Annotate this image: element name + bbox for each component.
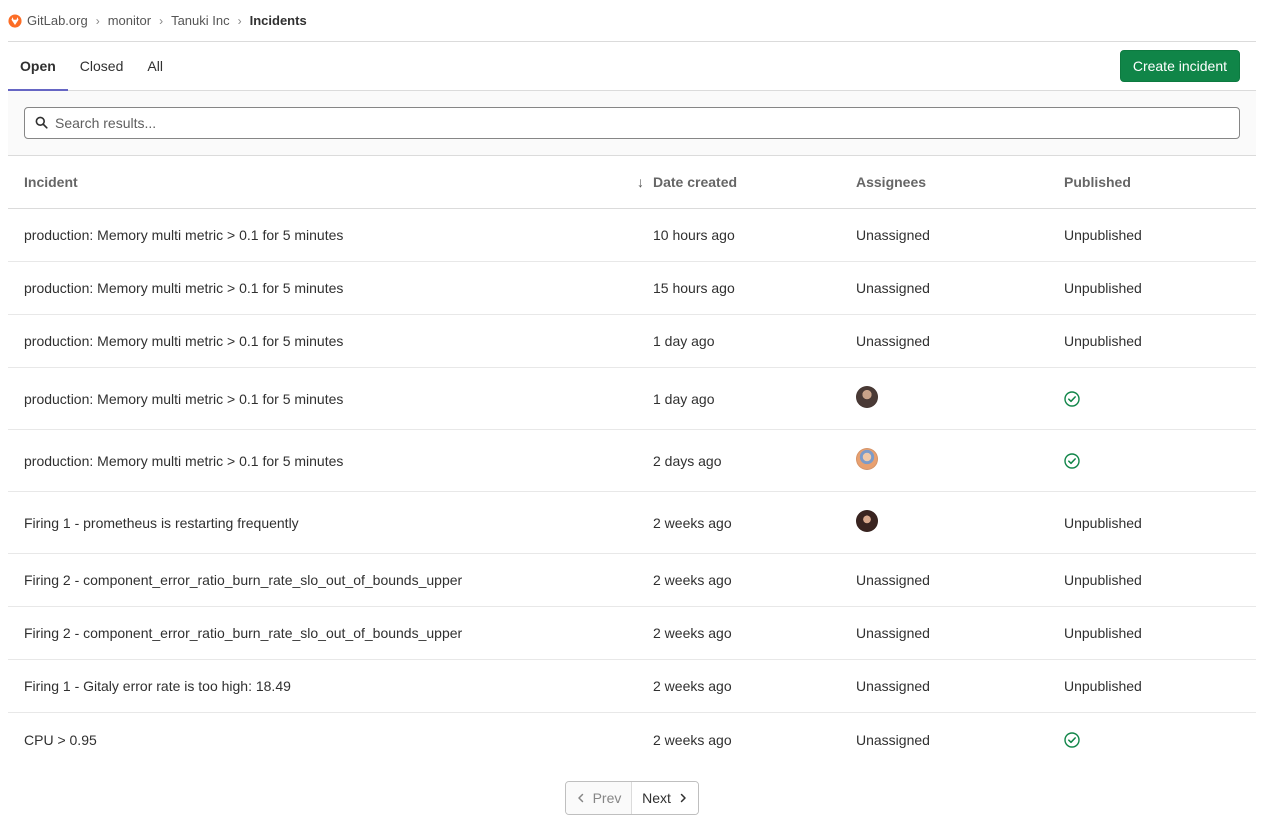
- date-created: 15 hours ago: [653, 280, 735, 296]
- published-status: Unpublished: [1064, 572, 1142, 588]
- incident-title[interactable]: production: Memory multi metric > 0.1 fo…: [24, 333, 343, 349]
- prev-page-button[interactable]: Prev: [566, 782, 632, 814]
- published-status: Unpublished: [1064, 678, 1142, 694]
- tab-closed[interactable]: Closed: [68, 42, 136, 90]
- assignee-text: Unassigned: [856, 625, 930, 641]
- incident-title[interactable]: Firing 1 - prometheus is restarting freq…: [24, 515, 299, 531]
- header-published[interactable]: Published: [1064, 174, 1131, 190]
- create-incident-button[interactable]: Create incident: [1119, 50, 1240, 82]
- avatar[interactable]: [856, 447, 878, 470]
- check-circle-icon[interactable]: [1064, 390, 1080, 407]
- arrow-down-icon: ↓: [637, 174, 644, 190]
- tab-all[interactable]: All: [135, 42, 175, 90]
- breadcrumb: GitLab.org › monitor › Tanuki Inc › Inci…: [8, 0, 1256, 42]
- table-row[interactable]: CPU > 0.95 2 weeks ago Unassigned: [8, 713, 1256, 766]
- incident-title[interactable]: CPU > 0.95: [24, 732, 97, 748]
- breadcrumb-item-tanuki[interactable]: Tanuki Inc: [171, 13, 230, 28]
- search-icon: [35, 116, 49, 130]
- incidents-page: GitLab.org › monitor › Tanuki Inc › Inci…: [0, 0, 1281, 825]
- assignee-text: Unassigned: [856, 678, 930, 694]
- date-created: 10 hours ago: [653, 227, 735, 243]
- assignee-text: Unassigned: [856, 731, 930, 748]
- published-status: Unpublished: [1064, 280, 1142, 296]
- date-created: 1 day ago: [653, 390, 715, 407]
- incident-title[interactable]: Firing 2 - component_error_ratio_burn_ra…: [24, 572, 462, 588]
- chevron-left-icon: [576, 793, 586, 803]
- search-input[interactable]: [55, 109, 1239, 137]
- table-row[interactable]: production: Memory multi metric > 0.1 fo…: [8, 315, 1256, 368]
- avatar[interactable]: [856, 509, 878, 532]
- status-tabs: Open Closed All Create incident: [8, 42, 1256, 91]
- date-created: 2 weeks ago: [653, 678, 732, 694]
- next-page-button[interactable]: Next: [632, 782, 698, 814]
- table-row[interactable]: production: Memory multi metric > 0.1 fo…: [8, 262, 1256, 315]
- assignee-text: Unassigned: [856, 280, 930, 296]
- published-status: Unpublished: [1064, 333, 1142, 349]
- breadcrumb-current[interactable]: Incidents: [250, 13, 307, 28]
- check-circle-icon[interactable]: [1064, 731, 1080, 748]
- assignee-text: Unassigned: [856, 572, 930, 588]
- date-created: 2 weeks ago: [653, 731, 732, 748]
- chevron-right-icon: ›: [237, 13, 242, 28]
- breadcrumb-item-monitor[interactable]: monitor: [108, 13, 151, 28]
- incident-title[interactable]: production: Memory multi metric > 0.1 fo…: [24, 453, 343, 469]
- date-created: 1 day ago: [653, 333, 715, 349]
- published-status: Unpublished: [1064, 227, 1142, 243]
- header-assignees[interactable]: Assignees: [856, 174, 926, 190]
- chevron-right-icon: ›: [95, 13, 100, 28]
- table-row[interactable]: Firing 1 - prometheus is restarting freq…: [8, 492, 1256, 554]
- avatar[interactable]: [856, 385, 878, 408]
- date-created: 2 weeks ago: [653, 625, 732, 641]
- incident-title[interactable]: Firing 1 - Gitaly error rate is too high…: [24, 678, 291, 694]
- incident-title[interactable]: Firing 2 - component_error_ratio_burn_ra…: [24, 625, 462, 641]
- table-row[interactable]: Firing 1 - Gitaly error rate is too high…: [8, 660, 1256, 713]
- incident-title[interactable]: production: Memory multi metric > 0.1 fo…: [24, 280, 343, 296]
- search-box: [24, 107, 1240, 139]
- table-row[interactable]: production: Memory multi metric > 0.1 fo…: [8, 368, 1256, 430]
- tab-open[interactable]: Open: [8, 42, 68, 91]
- date-created: 2 weeks ago: [653, 514, 732, 531]
- incidents-table: Incident ↓ Date created Assignees Publis…: [8, 156, 1256, 766]
- prev-label: Prev: [592, 790, 622, 806]
- date-created: 2 weeks ago: [653, 572, 732, 588]
- incident-title[interactable]: production: Memory multi metric > 0.1 fo…: [24, 227, 343, 243]
- search-bar: [8, 91, 1256, 156]
- table-row[interactable]: Firing 2 - component_error_ratio_burn_ra…: [8, 554, 1256, 607]
- next-label: Next: [642, 790, 671, 806]
- breadcrumb-item-gitlab[interactable]: GitLab.org: [27, 13, 88, 28]
- published-status: Unpublished: [1064, 514, 1142, 531]
- header-incident[interactable]: Incident: [24, 174, 78, 190]
- assignee-text: Unassigned: [856, 227, 930, 243]
- chevron-right-icon: [678, 793, 688, 803]
- header-date-created[interactable]: ↓ Date created: [637, 174, 738, 190]
- table-row[interactable]: production: Memory multi metric > 0.1 fo…: [8, 430, 1256, 492]
- table-header: Incident ↓ Date created Assignees Publis…: [8, 156, 1256, 209]
- incident-title[interactable]: production: Memory multi metric > 0.1 fo…: [24, 391, 343, 407]
- date-created: 2 days ago: [653, 452, 722, 469]
- header-date-created-label: Date created: [653, 174, 738, 190]
- table-row[interactable]: Firing 2 - component_error_ratio_burn_ra…: [8, 607, 1256, 660]
- assignee-text: Unassigned: [856, 333, 930, 349]
- gitlab-logo-icon: [8, 13, 22, 28]
- chevron-right-icon: ›: [159, 13, 164, 28]
- table-row[interactable]: production: Memory multi metric > 0.1 fo…: [8, 209, 1256, 262]
- published-status: Unpublished: [1064, 625, 1142, 641]
- check-circle-icon[interactable]: [1064, 452, 1080, 469]
- pagination: Prev Next: [565, 781, 699, 815]
